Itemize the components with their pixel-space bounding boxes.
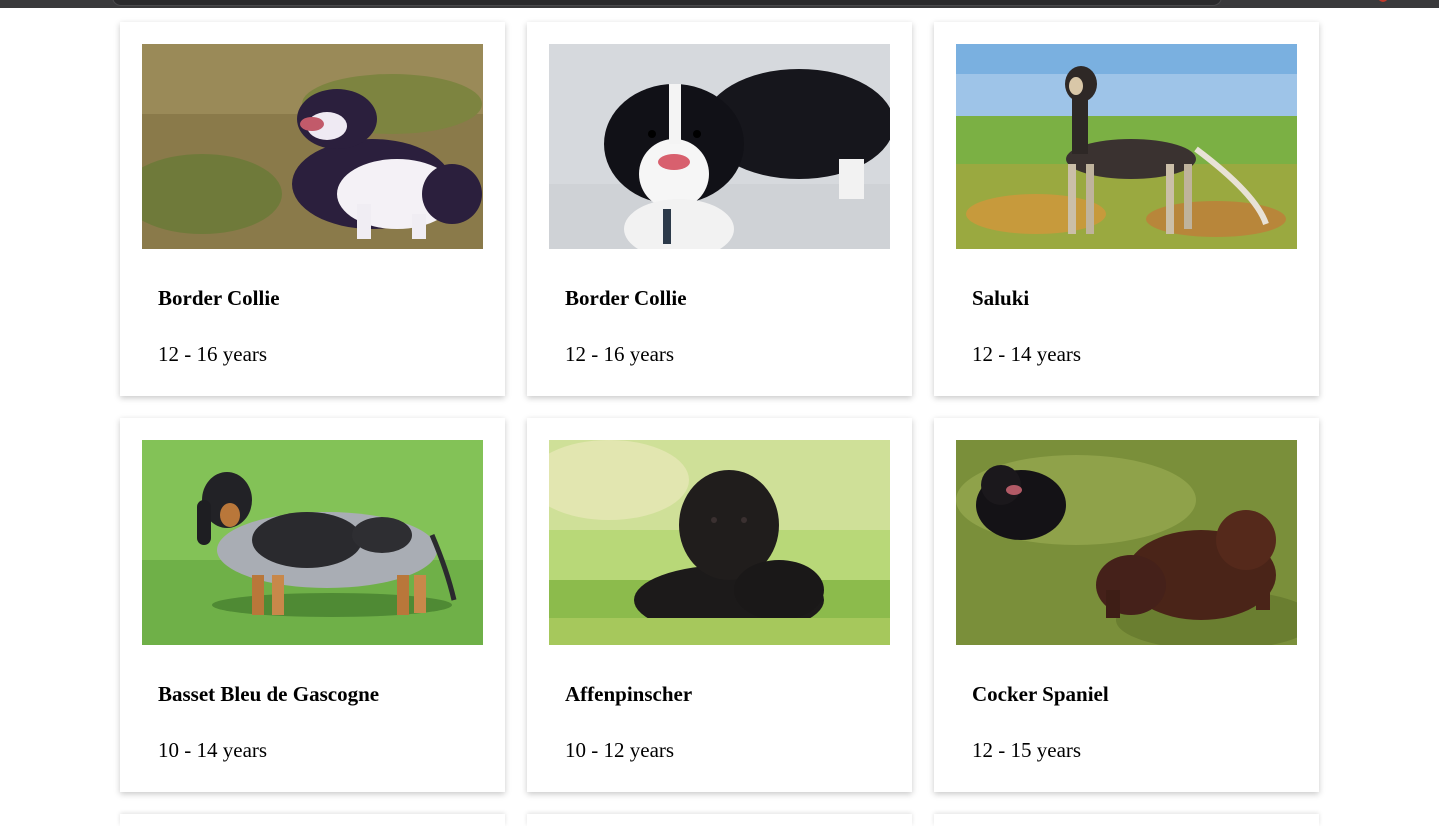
life-span: 12 - 16 years [158, 342, 268, 366]
breed-name: Border Collie [158, 286, 280, 310]
dog-card-grid: Border Collie 12 - 16 years Border Colli… [120, 22, 1320, 826]
dog-photo [956, 44, 1297, 249]
dog-card[interactable]: Border Collie 12 - 16 years [527, 22, 912, 396]
life-span: 12 - 14 years [972, 342, 1082, 366]
breed-name: Cocker Spaniel [972, 682, 1109, 706]
browser-chrome-bar [0, 0, 1439, 8]
breed-name: Saluki [972, 286, 1030, 310]
dog-card[interactable]: Basset Bleu de Gascogne 10 - 14 years [120, 418, 505, 792]
dog-card-partial[interactable] [527, 814, 912, 826]
dog-card[interactable]: Affenpinscher 10 - 12 years [527, 418, 912, 792]
border-collie-pavement-image [549, 44, 890, 249]
basset-lawn-image [142, 440, 483, 645]
dog-photo [142, 440, 483, 645]
breed-name: Basset Bleu de Gascogne [158, 682, 380, 706]
dog-card-partial[interactable] [934, 814, 1319, 826]
dog-photo [549, 44, 890, 249]
dog-card[interactable]: Cocker Spaniel 12 - 15 years [934, 418, 1319, 792]
dog-card[interactable]: Border Collie 12 - 16 years [120, 22, 505, 396]
cocker-spaniels-grass-image [956, 440, 1297, 645]
life-span: 10 - 12 years [565, 738, 675, 762]
dog-photo [956, 440, 1297, 645]
address-bar[interactable] [112, 0, 1222, 6]
affenpinscher-grass-image [549, 440, 890, 645]
dog-card-partial[interactable] [120, 814, 505, 826]
dog-photo [549, 440, 890, 645]
saluki-field-image [956, 44, 1297, 249]
border-collie-grass-image [142, 44, 483, 249]
life-span: 10 - 14 years [158, 738, 268, 762]
life-span: 12 - 15 years [972, 738, 1082, 762]
breed-name: Affenpinscher [565, 682, 693, 706]
breed-name: Border Collie [565, 286, 687, 310]
browser-indicator-icon [1378, 0, 1388, 2]
dog-card[interactable]: Saluki 12 - 14 years [934, 22, 1319, 396]
life-span: 12 - 16 years [565, 342, 675, 366]
dog-photo [142, 44, 483, 249]
